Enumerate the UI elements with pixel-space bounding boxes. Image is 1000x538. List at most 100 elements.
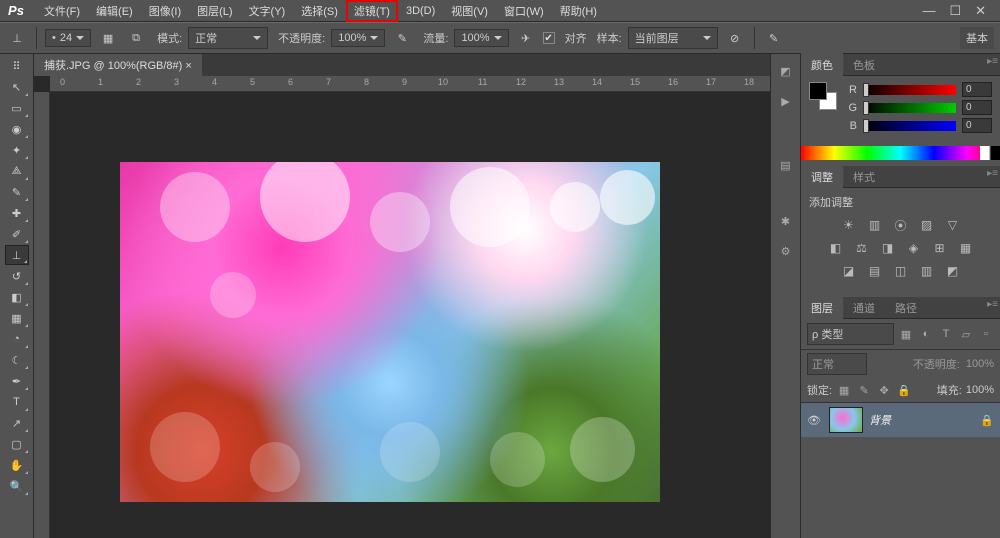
ruler-vertical[interactable] [34,92,50,538]
adj-vibrance-icon[interactable]: ▽ [943,216,963,234]
visibility-icon[interactable]: 👁 [807,414,823,427]
adj-mixer-icon[interactable]: ⊞ [930,239,950,257]
history-icon[interactable]: ◩ [775,60,797,82]
actions-icon[interactable]: ▶ [775,90,797,112]
paths-tab[interactable]: 路径 [885,296,927,320]
menu-layer[interactable]: 图层(L) [189,0,240,22]
adj-hue-icon[interactable]: ◧ [826,239,846,257]
eraser-tool[interactable]: ◧ [5,287,29,307]
lock-pos-icon[interactable]: ✥ [876,383,892,397]
brush-tool[interactable]: ✐ [5,224,29,244]
menu-filter[interactable]: 滤镜(T) [346,0,398,22]
blend-dropdown[interactable]: 正常 [807,353,867,375]
brush-preset-dropdown[interactable]: •24 [45,29,91,47]
pen-tool[interactable]: ✒ [5,371,29,391]
adj-levels-icon[interactable]: ▥ [865,216,885,234]
b-slider[interactable] [863,121,956,131]
shape-tool[interactable]: ▢ [5,434,29,454]
menu-select[interactable]: 选择(S) [293,0,346,22]
move-tool[interactable]: ↖ [5,77,29,97]
pressure-size-icon[interactable]: ✎ [763,27,785,49]
eyedrop-tool[interactable]: ✎ [5,182,29,202]
dodge-tool[interactable]: ☾ [5,350,29,370]
menu-image[interactable]: 图像(I) [141,0,189,22]
adj-gradmap-icon[interactable]: ▥ [917,262,937,280]
menu-type[interactable]: 文字(Y) [241,0,294,22]
maximize-button[interactable]: ☐ [949,3,961,19]
lock-pixel-icon[interactable]: ✎ [856,383,872,397]
adj-exposure-icon[interactable]: ▨ [917,216,937,234]
close-button[interactable]: ✕ [975,3,986,19]
styles-tab[interactable]: 样式 [843,165,885,189]
filter-smart-icon[interactable]: ▫ [978,327,994,341]
lock-all-icon[interactable]: 🔒 [896,383,912,397]
filter-type-dropdown[interactable]: ρ 类型 [807,323,894,345]
menu-3d[interactable]: 3D(D) [398,2,443,20]
filter-adj-icon[interactable]: ◐ [918,327,934,341]
fill-value[interactable]: 100% [966,384,994,396]
zoom-tool[interactable]: 🔍 [5,476,29,496]
layers-tab[interactable]: 图层 [801,296,843,320]
adj-select-icon[interactable]: ◩ [943,262,963,280]
mode-dropdown[interactable]: 正常 [188,27,268,49]
adj-invert-icon[interactable]: ◪ [839,262,859,280]
airbrush-icon[interactable]: ✈ [515,27,537,49]
menu-help[interactable]: 帮助(H) [552,0,605,22]
ignore-adj-icon[interactable]: ⊘ [724,27,746,49]
adj-thresh-icon[interactable]: ◫ [891,262,911,280]
hand-tool[interactable]: ✋ [5,455,29,475]
menu-edit[interactable]: 编辑(E) [88,0,141,22]
adj-curves-icon[interactable]: ⦿ [891,216,911,234]
adjustments-tab[interactable]: 调整 [801,165,843,189]
brushes-icon[interactable]: ✱ [775,210,797,232]
menu-view[interactable]: 视图(V) [443,0,496,22]
g-value[interactable]: 0 [962,100,992,115]
menu-file[interactable]: 文件(F) [36,0,88,22]
blur-tool[interactable]: ◔ [5,329,29,349]
color-tab[interactable]: 颜色 [801,53,843,77]
stamp-tool[interactable]: ⊥ [5,245,29,265]
filter-shape-icon[interactable]: ▱ [958,327,974,341]
lock-trans-icon[interactable]: ▦ [836,383,852,397]
document-tab[interactable]: 捕获.JPG @ 100%(RGB/8#) × [34,54,202,76]
adj-lut-icon[interactable]: ▦ [956,239,976,257]
layer-opacity-value[interactable]: 100% [966,358,994,370]
wand-tool[interactable]: ✦ [5,140,29,160]
flow-dropdown[interactable]: 100% [454,29,508,47]
adj-poster-icon[interactable]: ▤ [865,262,885,280]
crop-tool[interactable]: ⟁ [5,161,29,181]
presets-icon[interactable]: ⚙ [775,240,797,262]
r-value[interactable]: 0 [962,82,992,97]
filter-pixel-icon[interactable]: ▦ [898,327,914,341]
type-tool[interactable]: T [5,392,29,412]
brush-panel-icon[interactable]: ▦ [97,27,119,49]
path-tool[interactable]: ↗ [5,413,29,433]
adj-balance-icon[interactable]: ⚖ [852,239,872,257]
g-slider[interactable] [863,103,956,113]
grip-icon[interactable]: ⠿ [5,56,29,76]
tool-preset-icon[interactable]: ⊥ [6,27,28,49]
layer-row[interactable]: 👁 背景 🔒 [801,403,1000,437]
opacity-dropdown[interactable]: 100% [331,29,385,47]
adj-bw-icon[interactable]: ◨ [878,239,898,257]
history-brush-tool[interactable]: ↺ [5,266,29,286]
pressure-opacity-icon[interactable]: ✎ [391,27,413,49]
lasso-tool[interactable]: ◉ [5,119,29,139]
heal-tool[interactable]: ✚ [5,203,29,223]
sample-dropdown[interactable]: 当前图层 [628,27,718,49]
panel-menu-icon[interactable]: ▸≡ [987,56,998,67]
marquee-tool[interactable]: ▭ [5,98,29,118]
minimize-button[interactable]: — [922,3,935,19]
panel-menu-icon[interactable]: ▸≡ [987,299,998,310]
adj-photo-icon[interactable]: ◈ [904,239,924,257]
panel-menu-icon[interactable]: ▸≡ [987,168,998,179]
color-spectrum[interactable] [801,146,1000,160]
canvas-viewport[interactable] [50,92,770,538]
layer-name[interactable]: 背景 [869,412,891,428]
adj-brightness-icon[interactable]: ☀ [839,216,859,234]
r-slider[interactable] [863,85,956,95]
menu-window[interactable]: 窗口(W) [496,0,552,22]
ruler-horizontal[interactable]: 0123456789101112131415161718 [50,76,770,92]
align-checkbox[interactable]: ✔ [543,32,555,44]
clone-source-icon[interactable]: ⧉ [125,27,147,49]
